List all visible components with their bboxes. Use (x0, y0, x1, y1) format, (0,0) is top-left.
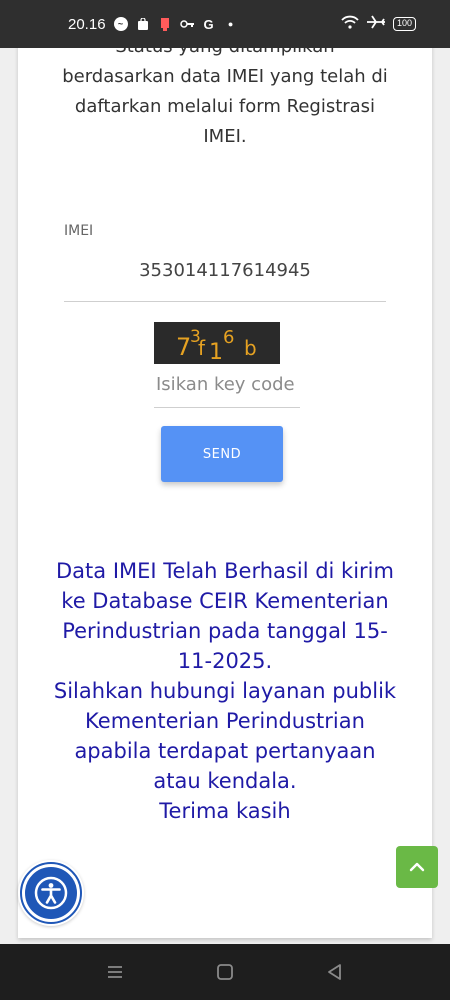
svg-text:b: b (244, 336, 257, 360)
keycode-input[interactable]: Isikan key code (154, 374, 300, 408)
google-icon: G (203, 16, 214, 32)
form-card: Status yang ditampilkan berdasarkan data… (18, 48, 432, 938)
back-button[interactable] (315, 952, 355, 992)
intro-text: Status yang ditampilkan berdasarkan data… (62, 48, 388, 147)
system-icons: 100 (341, 15, 416, 33)
notification-icon (158, 17, 172, 31)
shopping-bag-icon (136, 17, 150, 31)
home-icon (217, 964, 233, 980)
imei-field[interactable]: 353014117614945 (64, 256, 386, 302)
svg-text:f: f (198, 336, 206, 360)
status-bar: 20.16 ~ G ● 100 (0, 0, 450, 48)
home-button[interactable] (205, 952, 245, 992)
thanks-message: Terima kasih (159, 799, 291, 823)
svg-text:6: 6 (223, 327, 234, 348)
accessibility-button[interactable] (18, 860, 84, 926)
menu-icon (108, 966, 122, 978)
scroll-to-top-button[interactable] (396, 846, 438, 888)
captcha-image: 7 3 f 1 6 b (154, 322, 280, 365)
menu-button[interactable] (95, 952, 135, 992)
svg-text:7: 7 (176, 333, 191, 361)
wifi-icon (341, 15, 359, 33)
page-content: Status yang ditampilkan berdasarkan data… (0, 48, 450, 944)
status-time: 20.16 (68, 15, 106, 33)
send-button[interactable]: SEND (161, 426, 283, 482)
airplane-icon (366, 15, 385, 33)
imei-label: IMEI (64, 223, 94, 239)
result-message-block: Data IMEI Telah Berhasil di kirim ke Dat… (48, 556, 402, 826)
svg-text:1: 1 (209, 340, 223, 364)
accessibility-icon (34, 876, 68, 910)
back-icon (328, 964, 341, 980)
followup-message: Silahkan hubungi layanan publik Kementer… (53, 679, 397, 793)
chevron-up-icon (409, 862, 425, 872)
system-nav-bar (0, 944, 450, 1000)
notification-icons: ~ G ● (113, 16, 238, 32)
result-message: Data IMEI Telah Berhasil di kirim ke Dat… (56, 559, 394, 673)
dot-icon: ● (227, 19, 234, 29)
battery-icon: 100 (392, 17, 416, 31)
key-icon (179, 17, 194, 31)
messenger-icon: ~ (113, 17, 128, 31)
